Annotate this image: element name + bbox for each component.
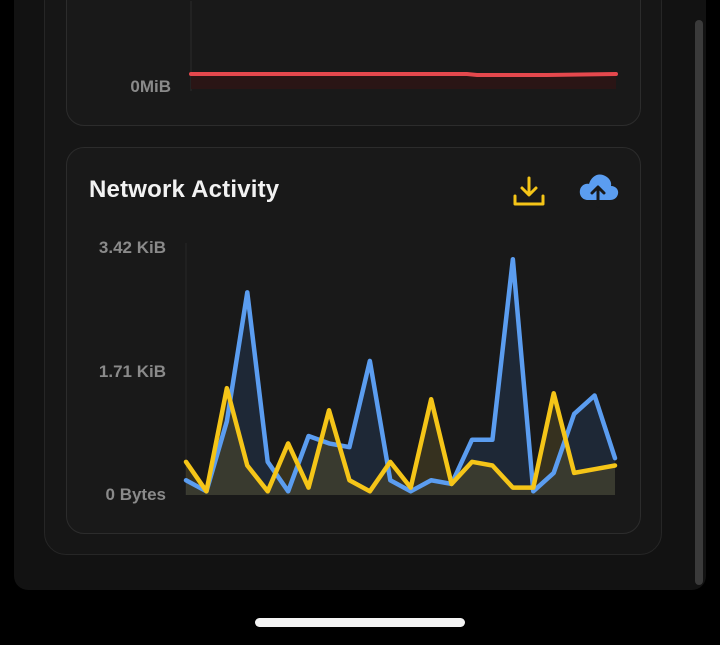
- memory-series-line: [189, 72, 618, 77]
- network-activity-card: Network Activity 3.42 KiB 1.71 KiB 0 Byt…: [66, 147, 641, 534]
- network-chart: [183, 243, 618, 495]
- home-indicator[interactable]: [255, 618, 465, 627]
- memory-chart: [189, 1, 618, 91]
- scrollbar[interactable]: [695, 20, 703, 585]
- memory-card: 0MiB: [66, 0, 641, 126]
